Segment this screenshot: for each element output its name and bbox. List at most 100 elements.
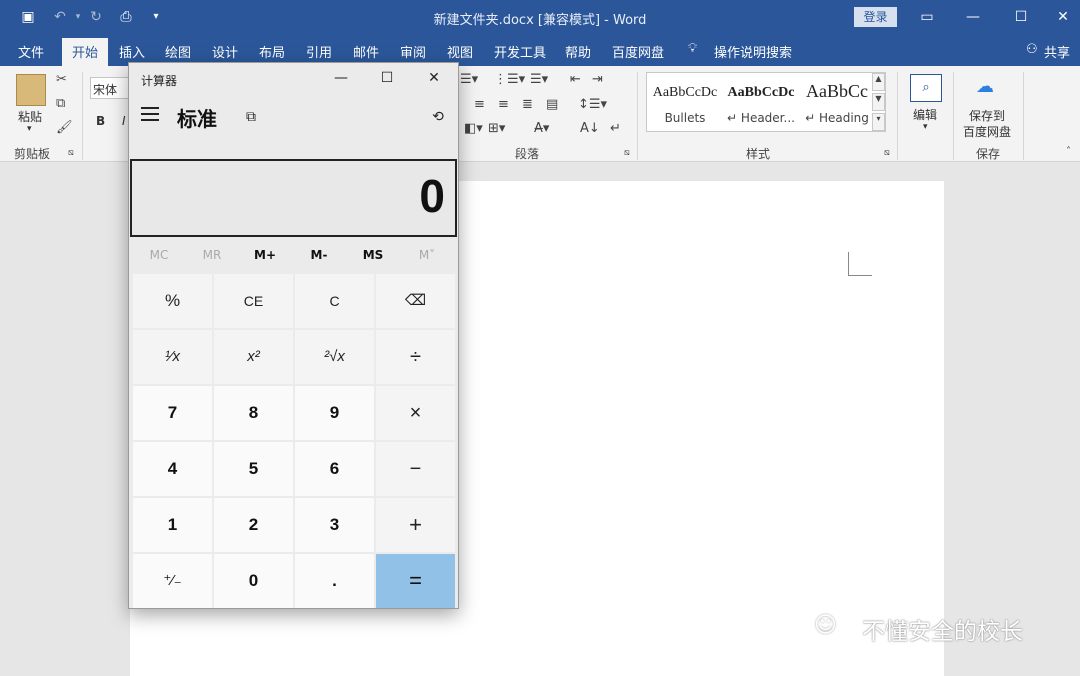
divider <box>897 72 898 160</box>
save-to-netdisk-line1[interactable]: 保存到 <box>969 107 1005 124</box>
share-button[interactable]: 共享 <box>1044 42 1070 61</box>
history-icon[interactable]: ⟲ <box>428 107 448 127</box>
digit-6-button[interactable]: 6 <box>295 442 374 496</box>
clear-button[interactable]: C <box>295 274 374 328</box>
align-right-icon[interactable]: ≡ <box>498 97 509 112</box>
styles-scroll-down-icon[interactable]: ▼ <box>872 93 885 111</box>
bold-button[interactable]: B <box>96 114 105 128</box>
style-heading[interactable]: AaBbCc ↵ Heading <box>799 73 875 131</box>
person-icon: ⚇ <box>1026 42 1038 57</box>
keep-on-top-icon[interactable]: ⧉ <box>241 107 261 127</box>
italic-button[interactable]: I <box>122 114 126 128</box>
tab-design[interactable]: 设计 <box>212 42 238 61</box>
search-icon[interactable]: ⌕ <box>910 74 942 102</box>
memory-clear-button[interactable]: MC <box>133 248 185 262</box>
styles-launcher-icon[interactable]: ⧅ <box>884 148 890 158</box>
percent-button[interactable]: % <box>133 274 212 328</box>
cut-icon[interactable]: ✂ <box>56 72 67 87</box>
memory-recall-button[interactable]: MR <box>186 248 238 262</box>
styles-scroll-up-icon[interactable]: ▲ <box>872 73 885 91</box>
paste-icon[interactable] <box>16 74 46 106</box>
borders-icon[interactable]: ⊞▾ <box>488 121 505 136</box>
reciprocal-button[interactable]: ¹⁄x <box>133 330 212 384</box>
negate-button[interactable]: ⁺⁄₋ <box>133 554 212 608</box>
tab-references[interactable]: 引用 <box>306 42 332 61</box>
bullets-icon[interactable]: ☰▾ <box>460 72 478 87</box>
tab-view[interactable]: 视图 <box>447 42 473 61</box>
distributed-icon[interactable]: ▤ <box>546 97 558 112</box>
paste-dropdown-icon[interactable]: ▾ <box>27 124 32 134</box>
style-header[interactable]: AaBbCcDc ↵ Header... <box>723 73 799 131</box>
format-painter-icon[interactable]: 🖌︎ <box>56 120 73 135</box>
tell-me-search[interactable]: 操作说明搜索 <box>714 42 792 61</box>
calc-minimize-icon[interactable]: — <box>331 68 351 88</box>
paste-label[interactable]: 粘贴 <box>18 108 42 125</box>
square-root-button[interactable]: ²√x <box>295 330 374 384</box>
decrease-indent-icon[interactable]: ⇤ <box>570 72 581 87</box>
backspace-icon[interactable]: ⌫ <box>376 274 455 328</box>
tab-draw[interactable]: 绘图 <box>165 42 191 61</box>
baidu-netdisk-icon[interactable]: ☁ <box>976 76 994 97</box>
add-button[interactable]: + <box>376 498 455 552</box>
memory-list-button[interactable]: M˅ <box>401 248 453 262</box>
digit-3-button[interactable]: 3 <box>295 498 374 552</box>
font-name-box[interactable]: 宋体 <box>90 77 130 99</box>
tab-review[interactable]: 审阅 <box>400 42 426 61</box>
align-center-icon[interactable]: ≡ <box>474 97 485 112</box>
tab-insert[interactable]: 插入 <box>119 42 145 61</box>
tab-developer[interactable]: 开发工具 <box>494 42 546 61</box>
digit-7-button[interactable]: 7 <box>133 386 212 440</box>
menu-icon[interactable] <box>141 107 159 121</box>
divide-button[interactable]: ÷ <box>376 330 455 384</box>
memory-store-button[interactable]: MS <box>347 248 399 262</box>
calc-close-icon[interactable]: ✕ <box>424 68 444 88</box>
tab-mailings[interactable]: 邮件 <box>353 42 379 61</box>
text-direction-icon[interactable]: A̶▾ <box>534 121 549 136</box>
digit-8-button[interactable]: 8 <box>214 386 293 440</box>
numbering-icon[interactable]: ⋮☰▾ <box>494 72 525 87</box>
login-button[interactable]: 登录 <box>854 7 897 27</box>
edit-dropdown-icon[interactable]: ▾ <box>923 122 928 132</box>
collapse-ribbon-icon[interactable]: ˄ <box>1066 146 1071 157</box>
sort-icon[interactable]: A↓ <box>580 121 600 136</box>
tab-baidu-netdisk[interactable]: 百度网盘 <box>612 42 664 61</box>
digit-4-button[interactable]: 4 <box>133 442 212 496</box>
tab-help[interactable]: 帮助 <box>565 42 591 61</box>
digit-5-button[interactable]: 5 <box>214 442 293 496</box>
clear-entry-button[interactable]: CE <box>214 274 293 328</box>
increase-indent-icon[interactable]: ⇥ <box>592 72 603 87</box>
paragraph-launcher-icon[interactable]: ⧅ <box>624 148 630 158</box>
memory-subtract-button[interactable]: M- <box>293 248 345 262</box>
digit-2-button[interactable]: 2 <box>214 498 293 552</box>
copy-icon[interactable]: ⧉ <box>56 96 65 111</box>
show-marks-icon[interactable]: ↵ <box>610 121 621 136</box>
line-spacing-icon[interactable]: ↕☰▾ <box>578 97 607 112</box>
subtract-button[interactable]: − <box>376 442 455 496</box>
minimize-icon[interactable]: — <box>962 6 984 28</box>
shading-icon[interactable]: ◧▾ <box>464 121 483 136</box>
maximize-icon[interactable]: ☐ <box>1010 6 1032 28</box>
decimal-button[interactable]: . <box>295 554 374 608</box>
styles-more-icon[interactable]: ▾ <box>872 113 885 131</box>
digit-1-button[interactable]: 1 <box>133 498 212 552</box>
save-to-netdisk-line2[interactable]: 百度网盘 <box>963 123 1011 140</box>
tab-layout[interactable]: 布局 <box>259 42 285 61</box>
calc-maximize-icon[interactable]: ☐ <box>377 68 397 88</box>
multilevel-list-icon[interactable]: ☰▾ <box>530 72 548 87</box>
justify-icon[interactable]: ≣ <box>522 97 533 112</box>
memory-add-button[interactable]: M+ <box>239 248 291 262</box>
clipboard-launcher-icon[interactable]: ⧅ <box>68 148 74 158</box>
multiply-button[interactable]: × <box>376 386 455 440</box>
close-icon[interactable]: ✕ <box>1052 6 1074 28</box>
ribbon-display-options-icon[interactable]: ▭ <box>916 6 938 28</box>
style-bullets[interactable]: AaBbCcDc Bullets <box>647 73 723 131</box>
wechat-icon: ☺ <box>814 613 837 638</box>
styles-gallery: AaBbCcDc Bullets AaBbCcDc ↵ Header... Aa… <box>646 72 886 132</box>
digit-0-button[interactable]: 0 <box>214 554 293 608</box>
square-button[interactable]: x² <box>214 330 293 384</box>
equals-button[interactable]: = <box>376 554 455 608</box>
tab-file[interactable]: 文件 <box>18 42 44 61</box>
digit-9-button[interactable]: 9 <box>295 386 374 440</box>
tab-home[interactable]: 开始 <box>62 38 109 66</box>
edit-button[interactable]: 编辑 <box>913 106 937 123</box>
